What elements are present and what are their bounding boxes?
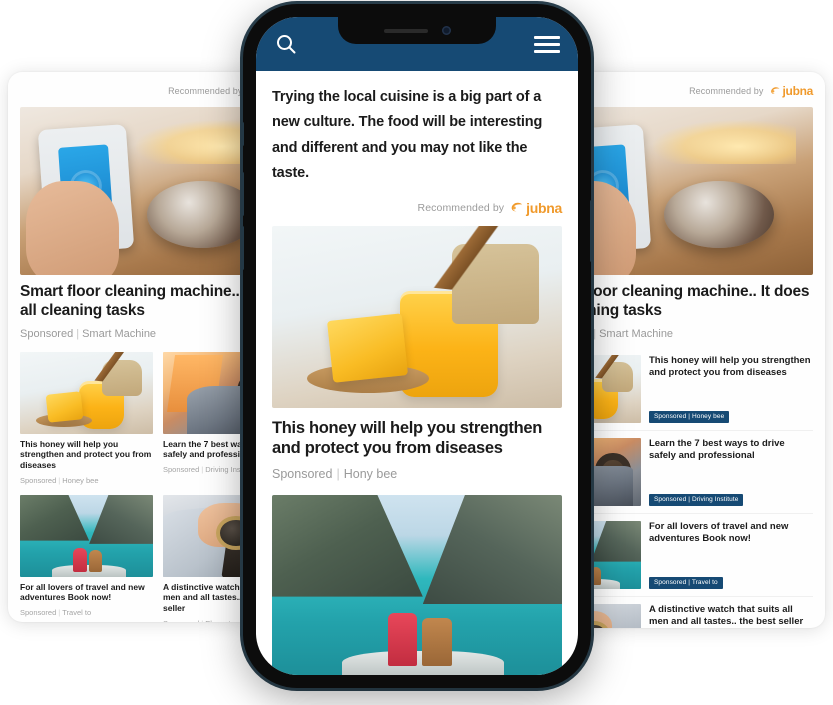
phone-ad-card-honey[interactable]: This honey will help you strengthen and … bbox=[272, 225, 562, 481]
left-grid-sponsored-label: Sponsored bbox=[163, 619, 199, 622]
phone-ad-card-travel[interactable]: For all lovers of travel and new adventu… bbox=[272, 494, 562, 675]
left-grid-advertiser: Travel to bbox=[62, 607, 92, 617]
right-list-sponsored-badge: Sponsored | Travel to bbox=[649, 576, 723, 589]
right-list-sponsored-badge: Sponsored | Honey bee bbox=[649, 410, 730, 423]
jubna-wordmark: jubna bbox=[782, 84, 814, 98]
hamburger-menu-icon[interactable] bbox=[534, 35, 560, 53]
phone-mute-switch[interactable] bbox=[241, 122, 244, 146]
front-camera-icon bbox=[441, 26, 451, 35]
phone-screen: Trying the local cuisine is a big part o… bbox=[256, 17, 578, 675]
jubna-wordmark: jubna bbox=[526, 199, 562, 216]
recommended-by-label: Recommended by bbox=[689, 86, 764, 96]
phone-volume-up-button[interactable] bbox=[241, 172, 244, 216]
left-grid-meta: Sponsored | Travel to bbox=[20, 607, 92, 617]
jubna-swirl-icon bbox=[770, 87, 779, 94]
jubna-swirl-icon bbox=[511, 202, 523, 212]
phone-mockup: Trying the local cuisine is a big part o… bbox=[241, 4, 593, 688]
article-lead-paragraph: Trying the local cuisine is a big part o… bbox=[272, 89, 543, 182]
phone-card-meta: Sponsored | Hony bee bbox=[272, 466, 398, 481]
right-list-title: For all lovers of travel and new adventu… bbox=[649, 520, 789, 544]
left-grid-image-travel bbox=[20, 494, 153, 577]
phone-card-image-honey bbox=[272, 225, 562, 408]
left-hero-sponsored-label: Sponsored bbox=[20, 327, 74, 340]
left-grid-image-honey bbox=[20, 351, 153, 434]
phone-card-image-travel bbox=[272, 494, 562, 675]
right-list-title: A distinctive watch that suits all men a… bbox=[649, 603, 804, 627]
left-grid-sponsored-label: Sponsored bbox=[163, 465, 200, 475]
phone-notch bbox=[338, 17, 496, 44]
showcase-stage: Recommended by jubna Smart floor cleanin… bbox=[0, 0, 833, 705]
phone-power-button[interactable] bbox=[590, 200, 593, 262]
jubna-logo[interactable]: jubna bbox=[509, 200, 562, 216]
phone-volume-down-button[interactable] bbox=[241, 226, 244, 270]
phone-card-advertiser: Hony bee bbox=[343, 466, 398, 481]
left-grid-advertiser: Honey bee bbox=[62, 475, 99, 485]
mobile-article-body: Trying the local cuisine is a big part o… bbox=[256, 71, 578, 675]
left-grid-meta: Sponsored | Honey bee bbox=[20, 475, 99, 485]
right-hero-advertiser: Smart Machine bbox=[599, 327, 674, 340]
right-list-title: Learn the 7 best ways to drive safely an… bbox=[649, 437, 785, 461]
earpiece-speaker bbox=[383, 28, 428, 33]
right-list-sponsored-badge: Sponsored | Driving Institute bbox=[649, 493, 744, 506]
left-grid-title: This honey will help you strengthen and … bbox=[20, 438, 152, 471]
recommended-by-label: Recommended by bbox=[417, 201, 505, 214]
jubna-logo[interactable]: jubna bbox=[769, 84, 814, 98]
left-grid-sponsored-label: Sponsored bbox=[20, 607, 57, 617]
phone-recommended-by-row: Recommended by jubna bbox=[272, 199, 563, 217]
left-grid-title: For all lovers of travel and new adventu… bbox=[20, 581, 145, 603]
left-grid-sponsored-label: Sponsored bbox=[20, 475, 57, 485]
right-list-title: This honey will help you strengthen and … bbox=[649, 354, 811, 378]
phone-card-title: This honey will help you strengthen and … bbox=[272, 418, 543, 457]
recommended-by-label: Recommended by bbox=[168, 86, 243, 96]
left-hero-advertiser: Smart Machine bbox=[82, 327, 157, 340]
left-grid-item-travel[interactable]: For all lovers of travel and new adventu… bbox=[20, 494, 153, 622]
phone-card-sponsored-label: Sponsored bbox=[272, 466, 333, 481]
left-grid-item-honey[interactable]: This honey will help you strengthen and … bbox=[20, 351, 153, 485]
search-icon[interactable] bbox=[274, 32, 298, 56]
